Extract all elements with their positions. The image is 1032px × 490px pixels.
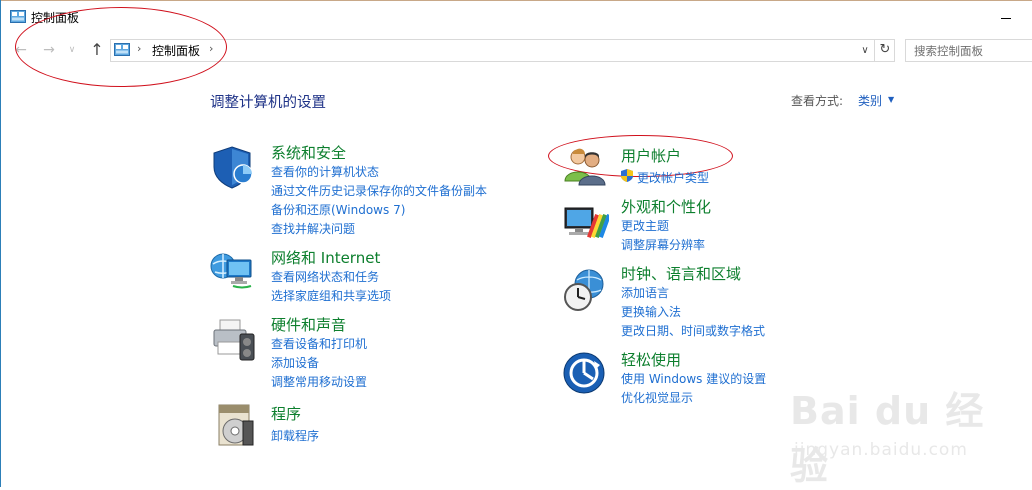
shield-icon[interactable] (210, 143, 258, 191)
link-backup-restore[interactable]: 备份和还原(Windows 7) (271, 201, 405, 218)
control-panel-icon (10, 10, 26, 23)
recent-locations-button[interactable]: ∨ (66, 40, 78, 60)
breadcrumb-control-panel[interactable]: 控制面板 (152, 42, 200, 59)
link-date-time-format[interactable]: 更改日期、时间或数字格式 (621, 322, 765, 339)
category-clock-language-region[interactable]: 时钟、语言和区域 (621, 263, 741, 284)
category-programs[interactable]: 程序 (271, 403, 301, 424)
category-appearance[interactable]: 外观和个性化 (621, 196, 711, 217)
category-ease-of-access[interactable]: 轻松使用 (621, 349, 681, 370)
link-windows-recommended-settings[interactable]: 使用 Windows 建议的设置 (621, 370, 766, 387)
link-view-computer-status[interactable]: 查看你的计算机状态 (271, 163, 379, 180)
programs-icon[interactable] (213, 401, 261, 449)
link-homegroup[interactable]: 选择家庭组和共享选项 (271, 287, 391, 304)
monitor-paint-icon[interactable] (561, 200, 609, 248)
refresh-button[interactable]: ↻ (874, 40, 895, 61)
category-system-security[interactable]: 系统和安全 (271, 142, 346, 163)
link-change-theme[interactable]: 更改主题 (621, 217, 669, 234)
search-input[interactable] (914, 41, 1029, 61)
control-panel-icon (114, 43, 130, 56)
window-title: 控制面板 (31, 11, 80, 25)
chevron-down-icon[interactable]: ▼ (888, 95, 894, 104)
address-dropdown-button[interactable]: ∨ (856, 40, 874, 61)
address-bar[interactable]: › 控制面板 › ∨ ↻ (110, 39, 895, 62)
chevron-right-icon[interactable]: › (137, 42, 141, 55)
category-hardware-sound[interactable]: 硬件和声音 (271, 314, 346, 335)
category-user-accounts[interactable]: 用户帐户 (621, 145, 681, 166)
link-network-status[interactable]: 查看网络状态和任务 (271, 268, 379, 285)
printer-icon[interactable] (210, 316, 258, 364)
clock-globe-icon[interactable] (561, 266, 609, 314)
link-uninstall-program[interactable]: 卸载程序 (271, 427, 319, 444)
page-title: 调整计算机的设置 (210, 95, 326, 111)
title-bar: 控制面板 (0, 0, 1032, 34)
link-troubleshoot[interactable]: 查找并解决问题 (271, 220, 355, 237)
link-add-device[interactable]: 添加设备 (271, 354, 319, 371)
minimize-button[interactable] (996, 6, 1016, 26)
uac-shield-icon (621, 169, 633, 182)
ease-of-access-icon[interactable] (562, 351, 610, 399)
window-left-edge (0, 0, 1, 487)
network-icon[interactable] (209, 246, 257, 294)
watermark-brand: Bai du 经验 (790, 389, 985, 488)
link-mobility-settings[interactable]: 调整常用移动设置 (271, 373, 367, 390)
view-by-dropdown[interactable]: 类别 (858, 92, 882, 109)
link-change-input-method[interactable]: 更换输入法 (621, 303, 681, 320)
link-devices-printers[interactable]: 查看设备和打印机 (271, 335, 367, 352)
forward-button[interactable]: → (40, 40, 58, 60)
link-add-language[interactable]: 添加语言 (621, 284, 669, 301)
chevron-right-icon[interactable]: › (209, 42, 213, 55)
view-by-label: 查看方式: (791, 94, 844, 108)
link-screen-resolution[interactable]: 调整屏幕分辨率 (621, 236, 705, 253)
link-change-account-type[interactable]: 更改帐户类型 (637, 169, 709, 186)
up-button[interactable]: ↑ (88, 40, 106, 60)
category-network-internet[interactable]: 网络和 Internet (271, 247, 380, 268)
baidu-watermark: Bai du 经验 jingyan.baidu.com (790, 380, 1000, 488)
watermark-domain: jingyan.baidu.com (794, 440, 968, 460)
back-button[interactable]: ← (12, 40, 30, 60)
users-icon[interactable] (561, 143, 609, 191)
search-box[interactable] (905, 39, 1032, 62)
link-file-history[interactable]: 通过文件历史记录保存你的文件备份副本 (271, 182, 487, 199)
link-optimize-visual-display[interactable]: 优化视觉显示 (621, 389, 693, 406)
